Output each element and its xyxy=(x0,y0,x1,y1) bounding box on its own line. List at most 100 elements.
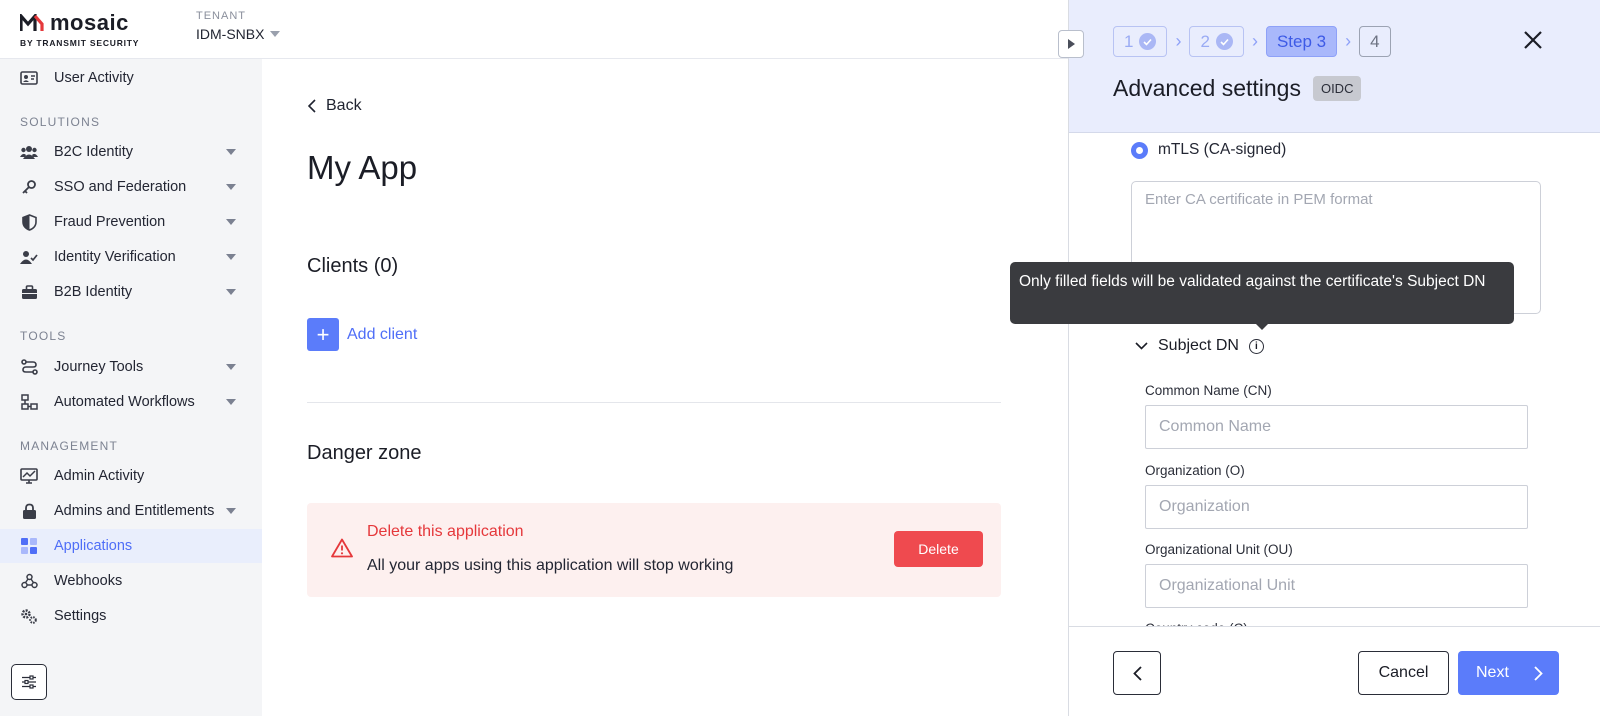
section-solutions: SOLUTIONS xyxy=(20,115,101,129)
sidebar-item-b2b-identity[interactable]: B2B Identity xyxy=(0,275,262,309)
sidebar-item-label: Identity Verification xyxy=(54,249,176,265)
sidebar-item-label: User Activity xyxy=(54,70,134,86)
next-button[interactable]: Next xyxy=(1458,651,1559,695)
section-tools: TOOLS xyxy=(20,329,67,343)
chevron-down-icon xyxy=(226,364,236,370)
danger-heading: Delete this application xyxy=(367,523,524,540)
chevron-down-icon xyxy=(1135,342,1148,350)
close-icon[interactable] xyxy=(1521,28,1545,52)
sidebar-settings-button[interactable] xyxy=(11,664,47,700)
chevron-down-icon xyxy=(226,184,236,190)
sidebar-item-label: Fraud Prevention xyxy=(54,214,166,230)
back-link[interactable]: Back xyxy=(308,97,362,115)
common-name-label: Common Name (CN) xyxy=(1145,383,1272,398)
sidebar-item-applications[interactable]: Applications xyxy=(0,529,262,563)
panel-title: Advanced settings xyxy=(1113,75,1301,101)
chevron-down-icon xyxy=(226,254,236,260)
cancel-button[interactable]: Cancel xyxy=(1358,651,1449,695)
sidebar-item-identity-verification[interactable]: Identity Verification xyxy=(0,240,262,274)
grid-icon xyxy=(20,538,38,554)
sidebar-item-webhooks[interactable]: Webhooks xyxy=(0,564,262,598)
sidebar-item-settings[interactable]: Settings xyxy=(0,599,262,633)
tooltip-arrow xyxy=(1256,324,1268,330)
lock-icon xyxy=(20,503,38,519)
sidebar-item-label: B2B Identity xyxy=(54,284,133,300)
divider xyxy=(307,402,1001,403)
chevron-left-icon xyxy=(308,99,316,113)
step-label: 1 xyxy=(1124,31,1134,51)
chevron-left-icon xyxy=(1132,665,1142,681)
chevron-right-icon: › xyxy=(1345,31,1352,51)
organization-label: Organization (O) xyxy=(1145,463,1245,478)
key-icon xyxy=(20,179,38,195)
back-label: Back xyxy=(326,97,362,114)
warning-icon xyxy=(331,538,353,558)
sidebar-item-admin-activity[interactable]: Admin Activity xyxy=(0,459,262,493)
workflow-icon xyxy=(20,394,38,410)
step-3[interactable]: Step 3 xyxy=(1265,26,1338,57)
subject-dn-toggle[interactable]: Subject DN i xyxy=(1135,337,1264,355)
previous-step-button[interactable] xyxy=(1113,651,1161,695)
add-client-label: Add client xyxy=(347,325,418,343)
chevron-down-icon xyxy=(226,399,236,405)
info-icon[interactable]: i xyxy=(1248,338,1264,354)
sidebar-item-automated-workflows[interactable]: Automated Workflows xyxy=(0,385,262,419)
chevron-down-icon xyxy=(226,289,236,295)
chevron-down-icon xyxy=(226,149,236,155)
sidebar-item-journey-tools[interactable]: Journey Tools xyxy=(0,350,262,384)
sidebar-item-label: Applications xyxy=(54,538,133,554)
sidebar-item-label: Automated Workflows xyxy=(54,394,195,410)
mosaic-logo[interactable]: mosaic BY TRANSMIT SECURITY xyxy=(20,10,139,48)
page-title: My App xyxy=(307,149,418,186)
sidebar-item-label: Settings xyxy=(54,608,107,624)
organizational-unit-input[interactable]: Organizational Unit xyxy=(1145,564,1528,608)
sidebar-item-fraud-prevention[interactable]: Fraud Prevention xyxy=(0,205,262,239)
panel-footer: Cancel Next xyxy=(1069,626,1600,716)
tenant-label: TENANT xyxy=(196,10,246,22)
subject-dn-tooltip: Only filled fields will be validated aga… xyxy=(1010,262,1514,324)
step-4[interactable]: 4 xyxy=(1359,26,1391,57)
step-2[interactable]: 2 xyxy=(1189,26,1244,57)
sidebar-item-b2c-identity[interactable]: B2C Identity xyxy=(0,135,262,169)
organization-input[interactable]: Organization xyxy=(1145,485,1528,529)
webhook-icon xyxy=(20,573,38,589)
danger-description: All your apps using this application wil… xyxy=(367,557,734,574)
protocol-badge: OIDC xyxy=(1312,76,1362,101)
chevron-down-icon xyxy=(226,508,236,514)
sidebar-item-label: Admin Activity xyxy=(54,468,145,484)
activity-card-icon xyxy=(20,70,38,86)
mosaic-logo-icon xyxy=(20,14,44,31)
chevron-right-icon: › xyxy=(1251,31,1258,51)
sidebar-item-label: Journey Tools xyxy=(54,359,144,375)
sidebar-item-label: B2C Identity xyxy=(54,144,133,160)
mtls-ca-signed-option[interactable]: mTLS (CA-signed) xyxy=(1131,141,1286,159)
users-icon xyxy=(20,144,38,160)
add-client-button[interactable]: + Add client xyxy=(307,318,417,351)
monitor-icon xyxy=(20,468,38,484)
tenant-selector[interactable]: TENANT IDM-SNBX xyxy=(196,10,281,42)
sidebar-item-label: Admins and Entitlements xyxy=(54,503,215,519)
country-code-label: Country code (C) xyxy=(1145,616,1248,626)
sidebar-item-admins-entitlements[interactable]: Admins and Entitlements xyxy=(0,494,262,528)
common-name-input[interactable]: Common Name xyxy=(1145,405,1528,449)
sidebar-item-user-activity[interactable]: User Activity xyxy=(0,61,262,95)
sidebar-item-label: Webhooks xyxy=(54,573,123,589)
collapse-panel-button[interactable] xyxy=(1058,30,1084,58)
panel-header: 1 › 2 › Step 3 › 4 Advanced settings OID… xyxy=(1069,0,1600,133)
check-circle-icon xyxy=(1215,33,1233,50)
subject-dn-label: Subject DN xyxy=(1158,337,1239,354)
sidebar-item-sso-federation[interactable]: SSO and Federation xyxy=(0,170,262,204)
danger-zone-heading: Danger zone xyxy=(307,442,422,464)
radio-selected[interactable] xyxy=(1131,141,1148,159)
step-1[interactable]: 1 xyxy=(1113,26,1168,57)
top-bar: mosaic BY TRANSMIT SECURITY TENANT IDM-S… xyxy=(0,0,1068,59)
logo-wordmark: mosaic xyxy=(50,10,129,35)
chevron-right-icon xyxy=(1534,665,1543,681)
logo-subtitle: BY TRANSMIT SECURITY xyxy=(20,38,140,48)
shield-icon xyxy=(20,213,38,231)
chevron-down-icon xyxy=(270,31,281,37)
gears-icon xyxy=(20,608,38,624)
play-icon xyxy=(1068,39,1075,49)
sidebar-item-label: SSO and Federation xyxy=(54,179,187,195)
delete-button[interactable]: Delete xyxy=(894,531,983,567)
